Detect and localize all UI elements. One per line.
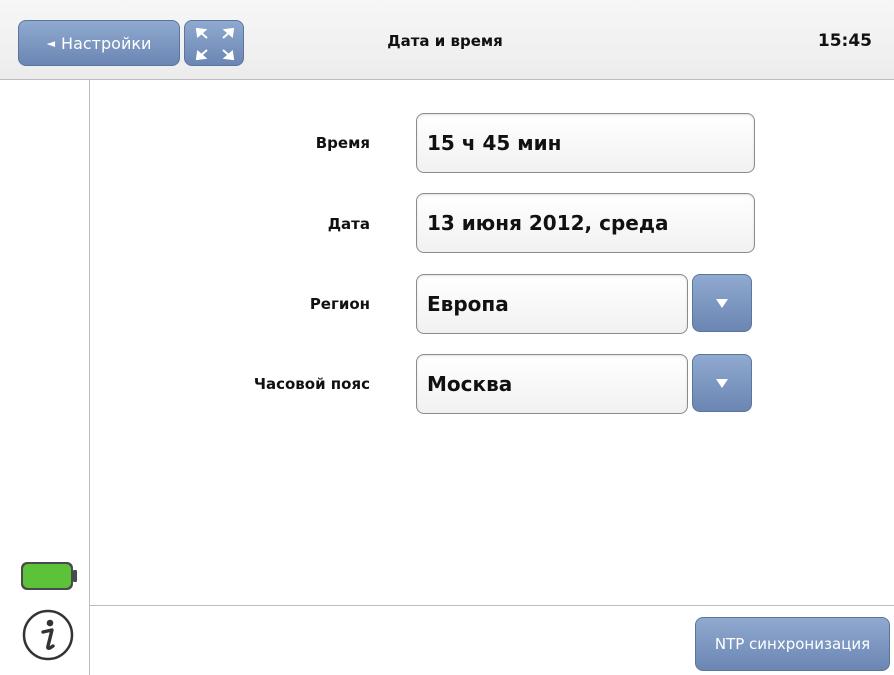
ntp-sync-button[interactable]: NTP синхронизация (695, 617, 890, 671)
expand-arrows-icon (195, 27, 235, 61)
time-field[interactable]: 15 ч 45 мин (416, 113, 755, 173)
date-label: Дата (327, 215, 370, 233)
back-button-label: Настройки (61, 33, 152, 53)
fullscreen-button[interactable] (184, 20, 244, 66)
date-field[interactable]: 13 июня 2012, среда (416, 193, 755, 253)
timezone-label: Часовой пояс (253, 375, 370, 393)
page-title: Дата и время (387, 32, 503, 50)
header-bar: ◄ Настройки Дата и время 15:45 (0, 0, 894, 80)
chevron-down-icon (716, 298, 728, 308)
info-icon[interactable] (21, 608, 75, 662)
back-arrow-icon: ◄ (46, 36, 56, 50)
footer-divider (89, 605, 894, 606)
chevron-down-icon (716, 378, 728, 388)
timezone-dropdown-button[interactable] (692, 354, 752, 412)
region-label: Регион (309, 295, 370, 313)
date-time-screen: ◄ Настройки Дата и время 15:45 Время 15 … (0, 0, 894, 675)
time-label: Время (315, 134, 370, 152)
timezone-field[interactable]: Москва (416, 354, 688, 414)
clock: 15:45 (817, 31, 872, 51)
region-field[interactable]: Европа (416, 274, 688, 334)
region-dropdown-button[interactable] (692, 274, 752, 332)
sidebar-divider (89, 80, 90, 675)
battery-icon (21, 562, 77, 590)
back-button[interactable]: ◄ Настройки (18, 20, 180, 66)
